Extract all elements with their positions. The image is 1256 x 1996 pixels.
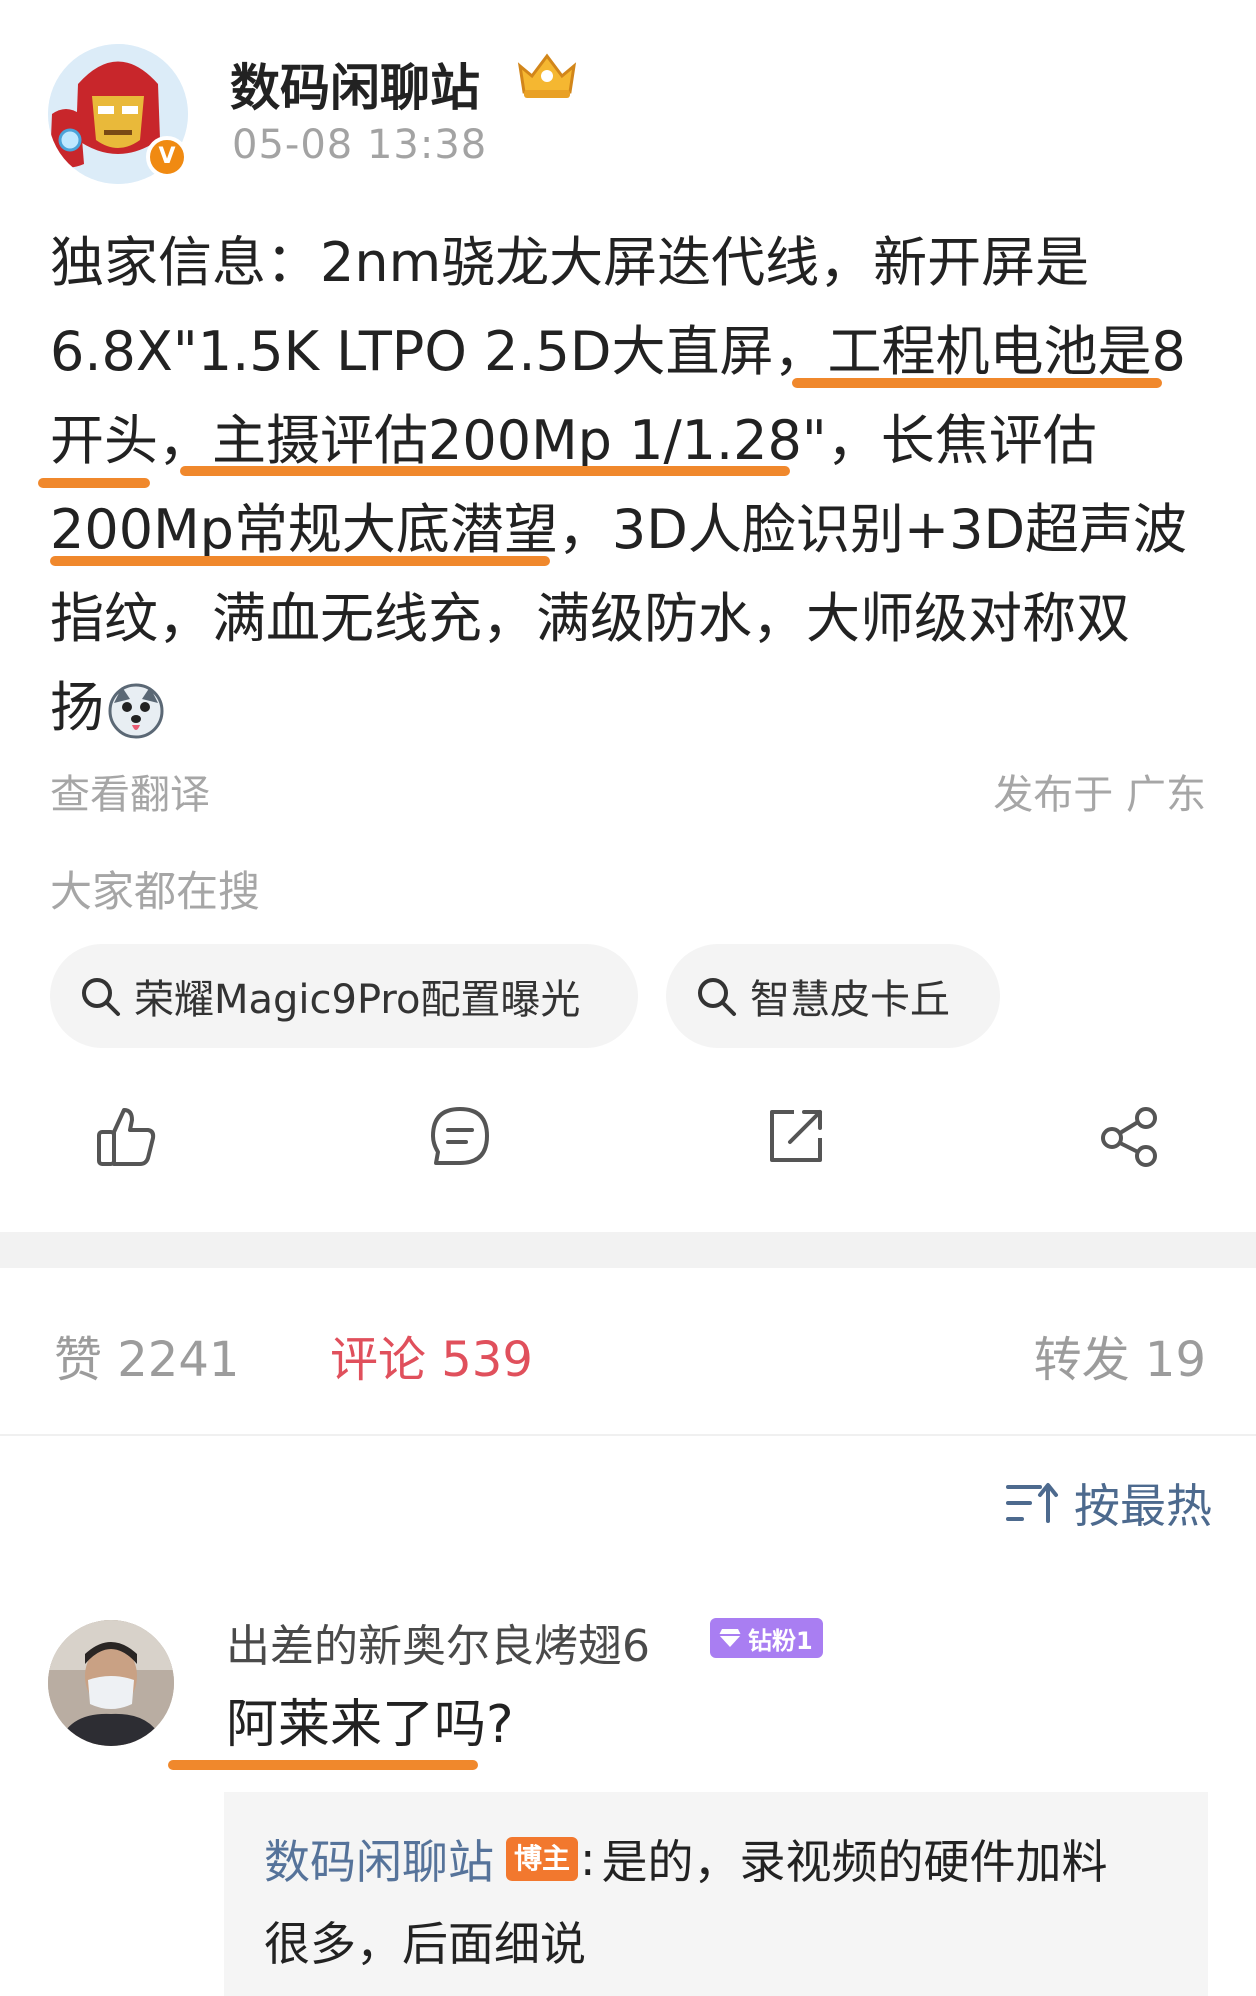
trending-search-heading: 大家都在搜 — [50, 867, 261, 916]
post-line-last: 扬 — [50, 663, 1220, 752]
reply-text: 是的，录视频的硬件加料 — [601, 1835, 1108, 1889]
tab-comments[interactable]: 评论 539 — [330, 1320, 533, 1390]
highlight-main-camera — [180, 466, 790, 476]
crown-icon — [517, 53, 577, 98]
husky-emoji-icon — [108, 683, 164, 739]
blogger-badge: 博主 — [506, 1837, 579, 1881]
search-chip-label: 荣耀Magic9Pro配置曝光 — [134, 977, 581, 1023]
search-chip[interactable]: 荣耀Magic9Pro配置曝光 — [50, 944, 638, 1048]
comment-icon[interactable] — [428, 1104, 492, 1168]
commenter-name[interactable]: 出差的新奥尔良烤翅6 — [226, 1610, 650, 1674]
highlight-comment — [168, 1760, 478, 1770]
highlight-kaitou — [38, 478, 150, 488]
reply-author[interactable]: 数码闲聊站 — [264, 1826, 494, 1892]
section-divider — [0, 1232, 1256, 1268]
post-timestamp: 05-08 13:38 — [232, 122, 488, 168]
highlight-battery — [792, 378, 1162, 388]
post-line-text: 扬 — [50, 676, 104, 739]
repost-icon[interactable] — [764, 1104, 828, 1168]
post-line: 指纹，满血无线充，满级防水，大师级对称双 — [50, 587, 1130, 650]
tab-reposts[interactable]: 转发 19 — [1034, 1320, 1206, 1390]
post-header: V 数码闲聊站 05-08 13:38 — [0, 0, 1256, 200]
reply-text-continued: 很多，后面细说 — [264, 1917, 586, 1971]
reply-first-line: 数码闲聊站 博主 : 是的，录视频的硬件加料 — [264, 1826, 1108, 1892]
sort-label: 按最热 — [1074, 1479, 1212, 1533]
post-location: 发布于 广东 — [993, 772, 1206, 818]
verified-icon: V — [146, 136, 188, 178]
post-body: 独家信息：2nm骁龙大屏迭代线，新开屏是 6.8X"1.5K LTPO 2.5D… — [50, 218, 1220, 752]
translate-link[interactable]: 查看翻译 — [50, 762, 210, 820]
post-line: 独家信息：2nm骁龙大屏迭代线，新开屏是 — [50, 231, 1090, 294]
sort-icon — [1006, 1483, 1058, 1523]
highlight-telephoto — [50, 556, 550, 566]
divider-line — [0, 1434, 1256, 1436]
like-icon[interactable] — [94, 1104, 158, 1168]
diamond-icon — [719, 1629, 741, 1647]
search-chip[interactable]: 智慧皮卡丘 — [666, 944, 1000, 1048]
search-icon — [82, 978, 120, 1016]
fan-badge: 钻粉1 — [710, 1618, 823, 1658]
comment-text: 阿莱来了吗? — [226, 1695, 514, 1755]
fan-badge-label: 钻粉1 — [748, 1626, 813, 1655]
share-icon[interactable] — [1098, 1104, 1162, 1168]
commenter-avatar[interactable] — [48, 1620, 174, 1746]
author-name[interactable]: 数码闲聊站 — [230, 48, 480, 120]
tab-likes[interactable]: 赞 2241 — [54, 1320, 239, 1390]
reply-box[interactable]: 数码闲聊站 博主 : 是的，录视频的硬件加料 很多，后面细说 — [224, 1792, 1208, 1996]
search-icon — [698, 978, 736, 1016]
sort-toggle[interactable]: 按最热 — [1006, 1470, 1212, 1536]
search-chip-label: 智慧皮卡丘 — [750, 977, 950, 1023]
reply-colon: : — [580, 1832, 596, 1886]
